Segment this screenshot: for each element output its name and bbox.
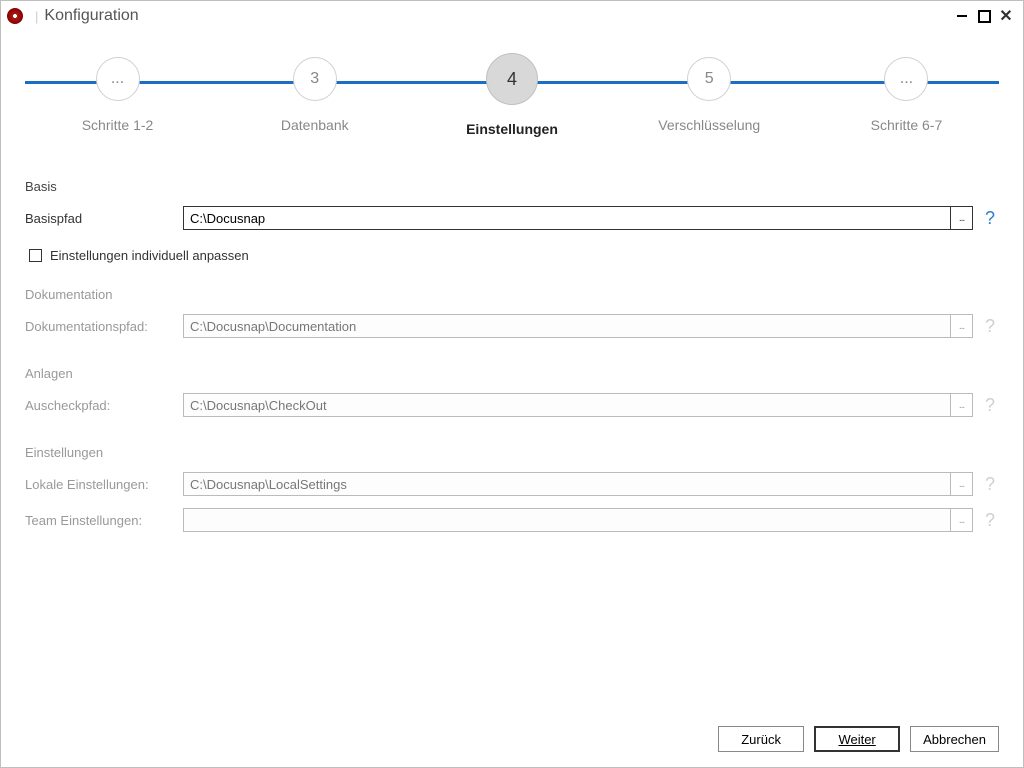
step-circle: 5 <box>687 57 731 101</box>
titlebar: | Konfiguration ✕ <box>1 1 1023 31</box>
app-icon <box>7 8 23 24</box>
step-circle: 4 <box>486 53 538 105</box>
basispfad-input[interactable] <box>183 206 951 230</box>
team-einstellungen-label: Team Einstellungen: <box>25 513 175 528</box>
close-button[interactable]: ✕ <box>995 5 1017 27</box>
basispfad-label: Basispfad <box>25 211 175 226</box>
footer: Zurück Weiter Abbrechen <box>1 711 1023 767</box>
auscheckpfad-label: Auscheckpfad: <box>25 398 175 413</box>
step-circle: ... <box>96 57 140 101</box>
help-icon: ? <box>981 510 999 531</box>
step-label: Einstellungen <box>466 121 558 137</box>
individuell-checkbox[interactable] <box>29 249 42 262</box>
team-einstellungen-browse-button: ... <box>951 508 973 532</box>
dokumentationspfad-input <box>183 314 951 338</box>
step-circle: 3 <box>293 57 337 101</box>
content-area: ... Schritte 1-2 3 Datenbank 4 Einstellu… <box>1 31 1023 711</box>
step-verschluesselung[interactable]: 5 Verschlüsselung <box>617 57 802 133</box>
minimize-button[interactable] <box>951 5 973 27</box>
config-window: | Konfiguration ✕ ... Schritte 1-2 3 Dat… <box>0 0 1024 768</box>
maximize-button[interactable] <box>973 5 995 27</box>
step-datenbank[interactable]: 3 Datenbank <box>222 57 407 133</box>
section-basis-heading: Basis <box>25 179 999 194</box>
dokumentationspfad-label: Dokumentationspfad: <box>25 319 175 334</box>
dokumentationspfad-browse-button: ... <box>951 314 973 338</box>
help-icon: ? <box>981 474 999 495</box>
step-label: Schritte 1-2 <box>82 117 154 133</box>
auscheckpfad-input <box>183 393 951 417</box>
help-icon: ? <box>981 395 999 416</box>
lokale-einstellungen-input <box>183 472 951 496</box>
help-icon[interactable]: ? <box>981 208 999 229</box>
step-label: Verschlüsselung <box>658 117 760 133</box>
wizard-steps: ... Schritte 1-2 3 Datenbank 4 Einstellu… <box>25 57 999 157</box>
title-separator: | <box>35 9 38 24</box>
next-button[interactable]: Weiter <box>814 726 900 752</box>
auscheckpfad-browse-button: ... <box>951 393 973 417</box>
step-einstellungen[interactable]: 4 Einstellungen <box>419 57 604 137</box>
back-button[interactable]: Zurück <box>718 726 804 752</box>
step-label: Schritte 6-7 <box>871 117 943 133</box>
basispfad-browse-button[interactable]: ... <box>951 206 973 230</box>
individuell-checkbox-label: Einstellungen individuell anpassen <box>50 248 249 263</box>
step-6-7[interactable]: ... Schritte 6-7 <box>814 57 999 133</box>
section-dokumentation-heading: Dokumentation <box>25 287 999 302</box>
step-1-2[interactable]: ... Schritte 1-2 <box>25 57 210 133</box>
team-einstellungen-input <box>183 508 951 532</box>
step-label: Datenbank <box>281 117 349 133</box>
step-circle: ... <box>884 57 928 101</box>
section-anlagen-heading: Anlagen <box>25 366 999 381</box>
lokale-einstellungen-label: Lokale Einstellungen: <box>25 477 175 492</box>
help-icon: ? <box>981 316 999 337</box>
cancel-button[interactable]: Abbrechen <box>910 726 999 752</box>
lokale-einstellungen-browse-button: ... <box>951 472 973 496</box>
window-title: Konfiguration <box>44 7 138 25</box>
section-einstellungen-heading: Einstellungen <box>25 445 999 460</box>
